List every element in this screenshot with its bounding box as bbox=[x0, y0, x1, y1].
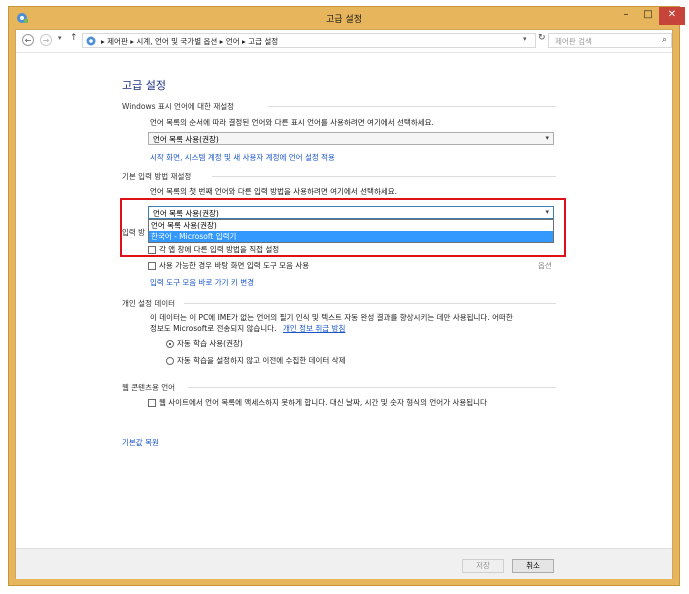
divider bbox=[188, 387, 556, 388]
save-button[interactable]: 저장 bbox=[462, 559, 504, 573]
refresh-icon[interactable]: ↻ bbox=[538, 33, 546, 43]
maximize-button[interactable]: □ bbox=[637, 7, 659, 25]
minimize-button[interactable]: – bbox=[615, 7, 637, 25]
page-title: 고급 설정 bbox=[122, 79, 166, 92]
input-method-description: 언어 목록의 첫 번째 언어와 다른 입력 방법을 사용하려면 여기에서 선택하… bbox=[150, 187, 398, 196]
close-button[interactable]: ✕ bbox=[659, 7, 685, 25]
desktop-language-bar-checkbox[interactable] bbox=[148, 262, 156, 270]
chevron-down-icon: ▾ bbox=[545, 134, 549, 142]
apply-language-settings-link[interactable]: 시작 화면, 시스템 계정 및 새 사용자 계정에 언어 설정 적용 bbox=[150, 152, 335, 163]
personalization-section-title: 개인 설정 데이터 bbox=[122, 299, 176, 308]
display-language-section-title: Windows 표시 언어에 대한 재설정 bbox=[122, 102, 235, 111]
personalization-description-line2: 정보도 Microsoft로 전송되지 않습니다. bbox=[150, 324, 277, 333]
auto-learning-label: 자동 학습 사용(권장) bbox=[177, 339, 243, 348]
search-icon[interactable]: ⌕ bbox=[662, 35, 667, 45]
breadcrumb[interactable]: ▸ 제어판 ▸ 시계, 언어 및 국가별 옵션 ▸ 언어 ▸ 고급 설정 bbox=[101, 36, 278, 47]
highlight-box bbox=[120, 198, 566, 257]
control-panel-icon bbox=[86, 36, 96, 46]
divider bbox=[184, 303, 556, 304]
up-button[interactable]: ↑ bbox=[70, 33, 78, 43]
back-button[interactable]: ← bbox=[22, 34, 34, 46]
language-bar-options-link[interactable]: 옵션 bbox=[538, 260, 552, 271]
web-content-section-title: 웹 콘텐츠용 언어 bbox=[122, 383, 176, 392]
disable-learning-radio[interactable] bbox=[166, 357, 174, 365]
address-dropdown-icon[interactable]: ▾ bbox=[523, 35, 527, 43]
recent-pages-dropdown-icon[interactable]: ▾ bbox=[58, 34, 62, 42]
auto-learning-radio[interactable] bbox=[166, 340, 174, 348]
forward-button[interactable]: → bbox=[40, 34, 52, 46]
display-language-select-value: 언어 목록 사용(권장) bbox=[153, 135, 219, 144]
search-box[interactable]: 제어판 검색 ⌕ bbox=[548, 33, 672, 48]
divider bbox=[212, 176, 556, 177]
main-content: 고급 설정 Windows 표시 언어에 대한 재설정 언어 목록의 순서에 따… bbox=[16, 53, 672, 548]
divider bbox=[268, 106, 556, 107]
desktop-language-bar-label: 사용 가능한 경우 바탕 화면 입력 도구 모음 사용 bbox=[159, 261, 310, 270]
window-client: ← → ▾ ↑ ▸ 제어판 ▸ 시계, 언어 및 국가별 옵션 ▸ 언어 ▸ 고… bbox=[15, 29, 673, 579]
footer-bar: 저장 취소 bbox=[16, 548, 672, 579]
display-language-description: 언어 목록의 순서에 따라 결정된 언어와 다른 표시 언어를 사용하려면 여기… bbox=[150, 118, 434, 127]
display-language-select[interactable]: 언어 목록 사용(권장) ▾ bbox=[148, 132, 554, 145]
title-bar[interactable]: 고급 설정 – □ ✕ bbox=[9, 7, 685, 29]
window-title: 고급 설정 bbox=[326, 15, 362, 25]
change-hotkeys-link[interactable]: 입력 도구 모음 바로 가기 키 변경 bbox=[150, 277, 254, 288]
input-method-section-title: 기본 입력 방법 재설정 bbox=[122, 172, 192, 181]
search-input[interactable]: 제어판 검색 bbox=[555, 36, 592, 47]
disable-learning-label: 자동 학습을 설정하지 않고 이전에 수집한 데이터 삭제 bbox=[177, 356, 346, 365]
restore-defaults-link[interactable]: 기본값 복원 bbox=[122, 437, 159, 448]
cancel-button[interactable]: 취소 bbox=[512, 559, 554, 573]
privacy-statement-link[interactable]: 개인 정보 취급 방침 bbox=[283, 323, 345, 334]
web-language-list-label: 웹 사이트에서 언어 목록에 액세스하지 못하게 합니다. 대신 날짜, 시간 … bbox=[159, 398, 487, 407]
personalization-description-line1: 이 데이터는 이 PC에 IME가 없는 언어의 필기 인식 및 텍스트 자동 … bbox=[150, 313, 513, 322]
navigation-bar: ← → ▾ ↑ ▸ 제어판 ▸ 시계, 언어 및 국가별 옵션 ▸ 언어 ▸ 고… bbox=[16, 30, 672, 53]
address-bar[interactable]: ▸ 제어판 ▸ 시계, 언어 및 국가별 옵션 ▸ 언어 ▸ 고급 설정 ▾ bbox=[82, 33, 536, 48]
window-frame: 고급 설정 – □ ✕ ← → ▾ ↑ ▸ 제어판 ▸ 시계, 언어 및 국가별… bbox=[8, 6, 685, 586]
web-language-list-checkbox[interactable] bbox=[148, 399, 156, 407]
